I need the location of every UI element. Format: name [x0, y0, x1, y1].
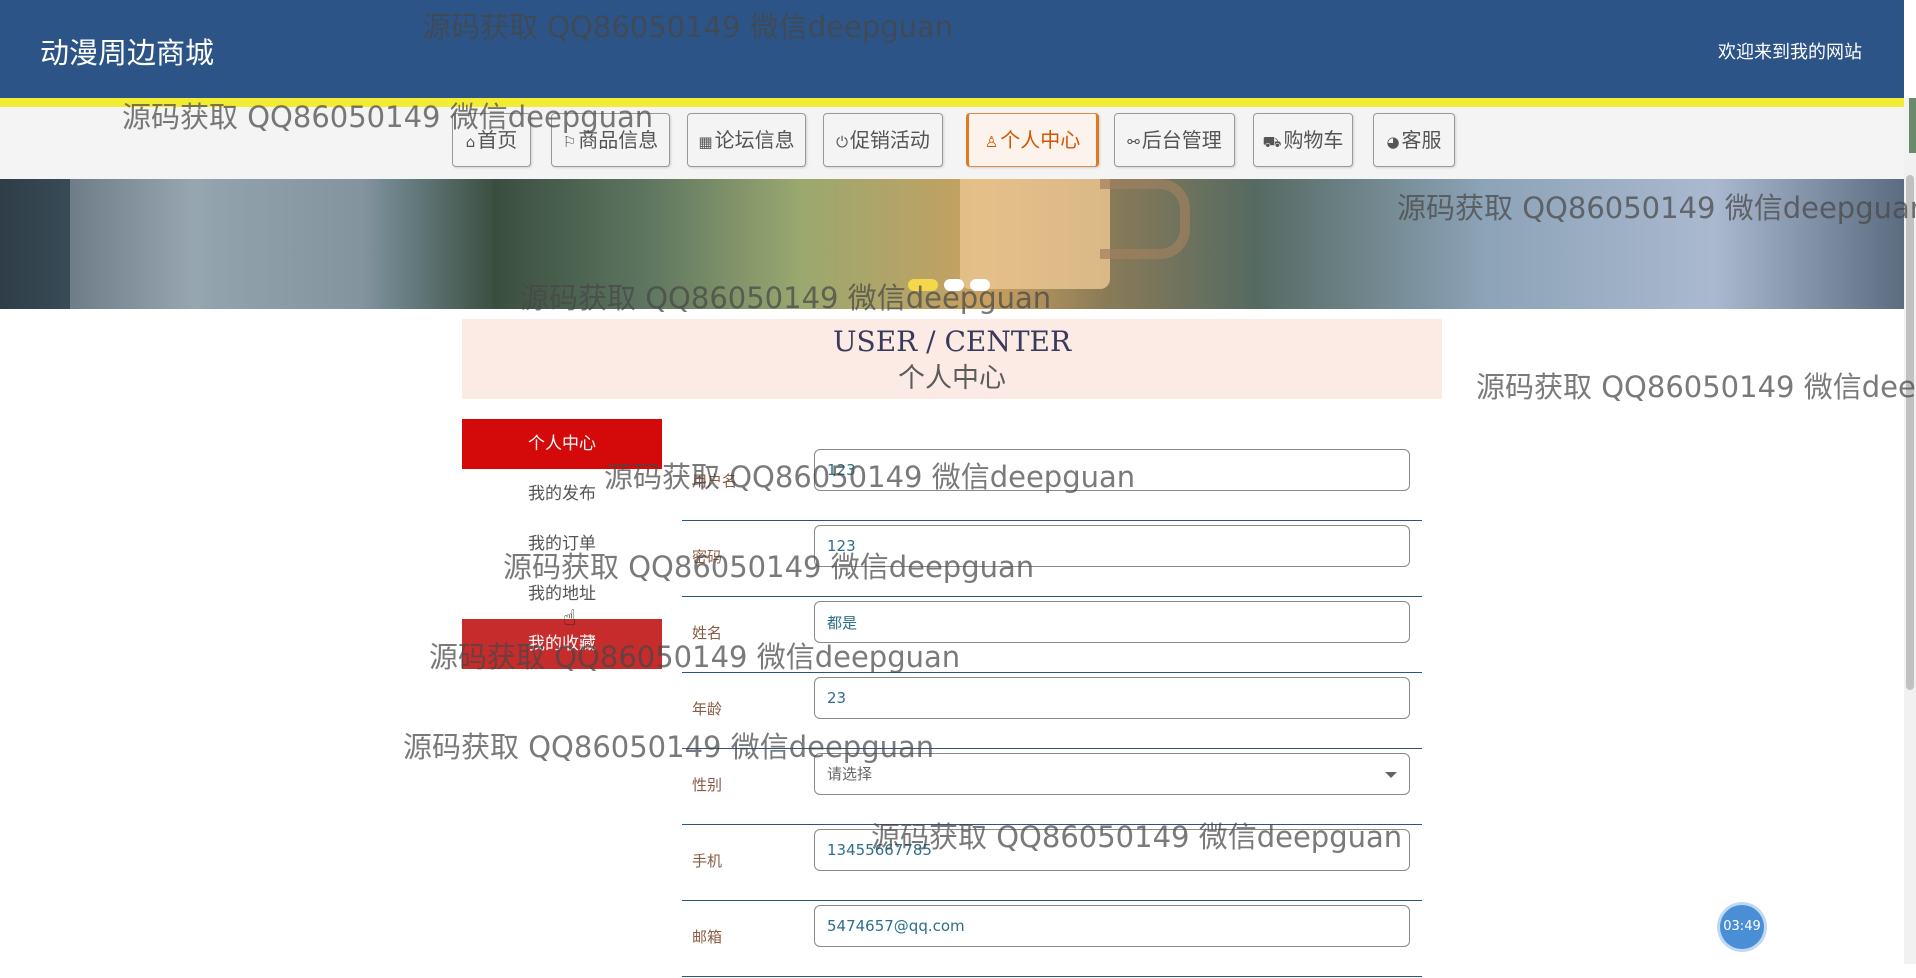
side-menu-item[interactable]: 我的发布	[462, 469, 662, 519]
side-menu-item[interactable]: 我的收藏	[462, 619, 662, 669]
timer-badge[interactable]: 03:49	[1720, 905, 1764, 949]
nav-item-2[interactable]: ▦ 论坛信息	[687, 113, 806, 167]
banner-image-handle	[1100, 179, 1190, 259]
field-label: 姓名	[692, 624, 723, 642]
nav-item-7[interactable]: ◕ 客服	[1373, 113, 1455, 167]
field-input[interactable]	[814, 601, 1410, 643]
nav-item-0[interactable]: ⌂ 首页	[452, 113, 531, 167]
field-label: 邮箱	[692, 928, 723, 946]
field-input[interactable]	[814, 677, 1410, 719]
side-menu-item[interactable]: 个人中心	[462, 419, 662, 469]
field-input[interactable]	[814, 449, 1410, 491]
center-title-zh: 个人中心	[898, 363, 1006, 394]
nav-item-1[interactable]: ⚐ 商品信息	[551, 113, 670, 167]
form-row: 性别 请选择	[682, 750, 1422, 825]
home-icon: ⌂	[465, 133, 476, 151]
field-label: 性别	[692, 776, 723, 794]
welcome-text: 欢迎来到我的网站	[1718, 42, 1862, 63]
form-row: 邮箱	[682, 902, 1422, 977]
nav-item-label: 后台管理	[1141, 128, 1222, 152]
carousel-dot[interactable]	[908, 279, 938, 291]
profile-form: 用户名密码姓名年龄性别 请选择手机邮箱	[682, 446, 1422, 978]
side-menu: 个人中心 我的发布 我的订单 我的地址 我的收藏	[462, 419, 662, 669]
carousel-dots	[908, 279, 996, 293]
headset-icon: ◕	[1386, 133, 1400, 151]
form-row: 手机	[682, 826, 1422, 901]
field-label: 用户名	[692, 472, 738, 490]
field-label: 密码	[692, 548, 723, 566]
carousel-dot[interactable]	[970, 279, 990, 291]
field-input[interactable]	[814, 905, 1410, 947]
user-center-header: USER / CENTER 个人中心	[462, 319, 1442, 399]
nav-item-3[interactable]: ⏻ 促销活动	[823, 113, 943, 167]
nav-list: ⌂ 首页 ⚐ 商品信息 ▦ 论坛信息 ⏻ 促销活动 ♙ 个人中心 ⚯ 后台管理 ⛟ 购物车 ◕ 客服	[0, 107, 1904, 179]
nav-item-label: 论坛信息	[714, 128, 795, 152]
form-row: 姓名	[682, 598, 1422, 673]
form-row: 年龄	[682, 674, 1422, 749]
nav-item-6[interactable]: ⛟ 购物车	[1253, 113, 1353, 167]
grid-icon: ▦	[698, 133, 713, 151]
field-label: 年龄	[692, 700, 723, 718]
watermark: 源码获取 QQ86050149 微信deepguan	[1476, 370, 1916, 404]
field-input[interactable]	[814, 829, 1410, 871]
nav-item-label: 客服	[1401, 128, 1442, 152]
header-stripe	[0, 98, 1904, 107]
nav-item-4[interactable]: ♙ 个人中心	[966, 113, 1099, 167]
banner-image-glass	[70, 179, 380, 309]
select-value: 请选择	[827, 765, 873, 783]
nav-item-label: 购物车	[1283, 128, 1344, 152]
flag-icon: ⚐	[562, 133, 577, 151]
carousel-dot[interactable]	[944, 279, 964, 291]
power-icon: ⏻	[836, 133, 848, 151]
mouse-cursor-icon: ☝	[563, 606, 577, 631]
link-icon: ⚯	[1127, 133, 1140, 151]
banner-image-cup	[960, 179, 1110, 289]
side-menu-item[interactable]: 我的订单	[462, 519, 662, 569]
side-menu-item[interactable]: 我的地址	[462, 569, 662, 619]
cart-icon: ⛟	[1262, 133, 1282, 151]
nav-item-label: 个人中心	[1000, 128, 1081, 152]
scrollbar-indicator	[1909, 98, 1916, 153]
field-input[interactable]	[814, 525, 1410, 567]
site-title[interactable]: 动漫周边商城	[40, 30, 214, 72]
user-icon: ♙	[984, 133, 999, 151]
form-row: 密码	[682, 522, 1422, 597]
nav-item-label: 商品信息	[578, 128, 659, 152]
center-title-en: USER / CENTER	[832, 325, 1072, 358]
banner-carousel[interactable]	[0, 179, 1904, 309]
nav-item-label: 首页	[477, 128, 518, 152]
form-row: 用户名	[682, 446, 1422, 521]
nav-item-5[interactable]: ⚯ 后台管理	[1114, 113, 1235, 167]
field-label: 手机	[692, 852, 723, 870]
site-header: 动漫周边商城 欢迎来到我的网站	[0, 0, 1904, 98]
main-nav: ⌂ 首页 ⚐ 商品信息 ▦ 论坛信息 ⏻ 促销活动 ♙ 个人中心 ⚯ 后台管理 ⛟ 购物车 ◕ 客服	[0, 107, 1904, 179]
chevron-down-icon	[1385, 772, 1397, 778]
gender-select[interactable]: 请选择	[814, 753, 1410, 795]
scrollbar-thumb[interactable]	[1906, 175, 1914, 690]
nav-item-label: 促销活动	[849, 128, 930, 152]
